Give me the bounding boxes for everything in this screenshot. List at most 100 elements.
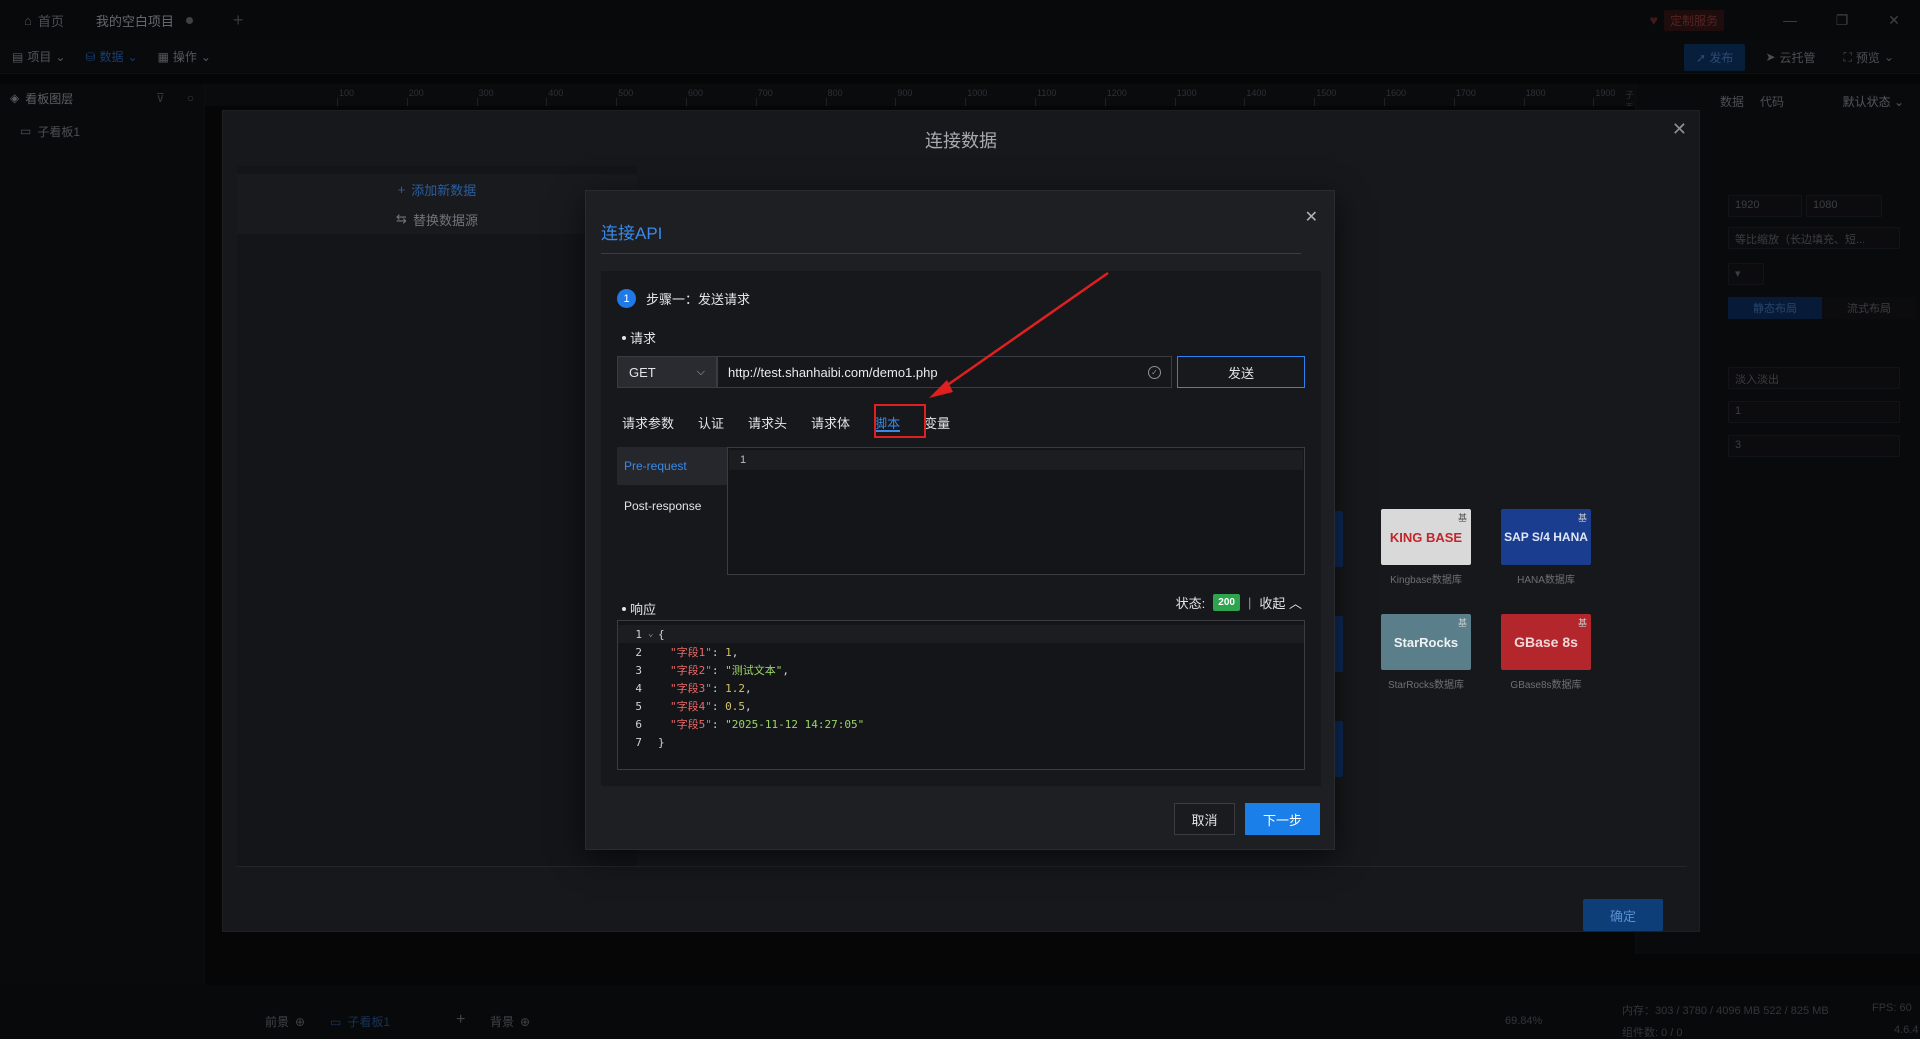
replace-source-label: 替换数据源 xyxy=(412,212,478,228)
request-section-label: 请求 xyxy=(622,328,656,347)
json-value: 1.2 xyxy=(725,682,745,695)
bullet-icon xyxy=(622,335,626,340)
url-input[interactable]: http://test.shanhaibi.com/demo1.php ✓ xyxy=(717,356,1172,388)
post-response-option[interactable]: Post-response xyxy=(617,487,727,525)
tab-label: 请求参数 xyxy=(622,415,675,431)
send-button[interactable]: 发送 xyxy=(1177,356,1305,388)
tab-auth[interactable]: 认证 xyxy=(698,407,724,437)
badge-label: 基 xyxy=(1457,618,1467,628)
response-line: 6 "字段5": "2025-11-12 14:27:05" xyxy=(618,715,1304,733)
method-value: GET xyxy=(629,364,656,380)
line-content: { xyxy=(658,627,665,641)
json-colon: : xyxy=(711,700,726,713)
line-content: "字段5": "2025-11-12 14:27:05" xyxy=(658,716,864,732)
chevron-down-icon: ⌵ xyxy=(696,365,705,378)
status-badge: 200 xyxy=(1213,594,1240,611)
badge-label: 基 xyxy=(1577,618,1587,628)
option-label: Post-response xyxy=(624,499,702,513)
dialog-title: 连接API xyxy=(601,224,663,243)
tab-label: 请求头 xyxy=(748,415,788,431)
response-label: 响应 xyxy=(630,602,657,617)
close-icon[interactable]: ✕ xyxy=(1672,119,1687,140)
connect-data-title: 连接数据 xyxy=(925,131,997,151)
highlight-box xyxy=(874,404,926,438)
json-colon: : xyxy=(711,646,726,659)
hana-logo-text: SAP S/4 HANA xyxy=(1504,530,1588,544)
send-label: 发送 xyxy=(1227,365,1254,381)
badge-label: 基 xyxy=(1577,513,1587,523)
tab-variables[interactable]: 变量 xyxy=(924,407,950,437)
db-card-gbase[interactable]: GBase 8s 基 GBase8s数据库 xyxy=(1501,614,1591,692)
response-line: 3 "字段2": "测试文本", xyxy=(618,661,1304,679)
kingbase-logo-text: KING BASE xyxy=(1389,529,1463,545)
plus-icon: + xyxy=(397,181,406,197)
confirm-button[interactable]: 确定 xyxy=(1583,899,1663,931)
pre-request-option[interactable]: Pre-request xyxy=(617,447,727,485)
db-card-name: Kingbase数据库 xyxy=(1390,575,1462,586)
fold-icon[interactable]: ⌄ xyxy=(648,629,658,639)
json-value: 0.5 xyxy=(725,700,745,713)
connect-api-dialog: 连接API ✕ 1 步骤一：发送请求 请求 GET ⌵ http://test.… xyxy=(585,190,1335,850)
tab-label: 变量 xyxy=(924,415,951,431)
line-number: 6 xyxy=(635,717,642,731)
replace-source-button[interactable]: ⇆ 替换数据源 xyxy=(237,204,637,234)
active-line xyxy=(729,450,1303,470)
gbase-logo: GBase 8s 基 xyxy=(1501,614,1591,670)
check-circle-icon: ✓ xyxy=(1148,365,1161,379)
hana-logo: SAP S/4 HANA 基 xyxy=(1501,509,1591,565)
line-number: 2 xyxy=(635,645,642,659)
json-key: "字段5" xyxy=(670,718,712,731)
title-divider xyxy=(601,253,1301,254)
script-editor[interactable]: 1 xyxy=(727,447,1305,575)
json-value: "2025-11-12 14:27:05" xyxy=(725,718,865,731)
chevron-up-icon: ︿ xyxy=(1288,596,1302,611)
line-content: "字段3": 1.2, xyxy=(658,680,752,696)
collapse-label: 收起 xyxy=(1259,596,1286,611)
script-type-list: Pre-request Post-response xyxy=(617,447,727,585)
json-key: "字段1" xyxy=(670,646,712,659)
next-step-button[interactable]: 下一步 xyxy=(1245,803,1320,835)
db-card-name: StarRocks数据库 xyxy=(1387,680,1465,691)
db-card-name: HANA数据库 xyxy=(1517,575,1575,586)
db-card-starrocks[interactable]: StarRocks 基 StarRocks数据库 xyxy=(1381,614,1471,692)
line-number: 5 xyxy=(635,699,642,713)
response-line: 7} xyxy=(618,733,1304,751)
line-content: } xyxy=(658,735,665,749)
divider xyxy=(237,866,1687,867)
cancel-button[interactable]: 取消 xyxy=(1174,803,1235,835)
tab-label: 请求体 xyxy=(811,415,851,431)
status-row: 状态: 200 | 收起 ︿ xyxy=(1176,593,1302,612)
option-label: Pre-request xyxy=(624,459,687,473)
line-number: 3 xyxy=(635,663,642,677)
line-number: 1 xyxy=(740,454,747,466)
request-label: 请求 xyxy=(630,331,657,346)
tab-label: 认证 xyxy=(698,415,725,431)
confirm-label: 确定 xyxy=(1609,908,1636,924)
badge-label: 基 xyxy=(1457,513,1467,523)
tab-headers[interactable]: 请求头 xyxy=(748,407,787,437)
tab-body[interactable]: 请求体 xyxy=(811,407,850,437)
line-content: "字段1": 1, xyxy=(658,644,738,660)
response-editor[interactable]: 1 ⌄{2 "字段1": 1, 3 "字段2": "测试文本", 4 "字段3": 1.2,… xyxy=(617,620,1305,770)
json-colon: : xyxy=(711,664,726,677)
separator: | xyxy=(1247,595,1252,610)
db-card-kingbase[interactable]: KING BASE 基 Kingbase数据库 xyxy=(1381,509,1471,587)
response-line: 1 ⌄{ xyxy=(618,625,1304,643)
close-icon[interactable]: ✕ xyxy=(1305,207,1318,227)
json-colon: : xyxy=(711,682,726,695)
add-data-button[interactable]: + 添加新数据 xyxy=(237,174,637,204)
db-card-hana[interactable]: SAP S/4 HANA 基 HANA数据库 xyxy=(1501,509,1591,587)
method-select[interactable]: GET ⌵ xyxy=(617,356,717,388)
line-content: "字段2": "测试文本", xyxy=(658,662,789,678)
bullet-icon xyxy=(622,606,626,611)
add-data-label: 添加新数据 xyxy=(411,182,477,198)
response-line: 5 "字段4": 0.5, xyxy=(618,697,1304,715)
json-key: "字段3" xyxy=(670,682,712,695)
response-line: 2 "字段1": 1, xyxy=(618,643,1304,661)
tab-params[interactable]: 请求参数 xyxy=(622,407,674,437)
json-comma: , xyxy=(745,682,752,695)
line-content: "字段4": 0.5, xyxy=(658,698,752,714)
cancel-label: 取消 xyxy=(1191,812,1218,828)
json-value: "测试文本" xyxy=(725,664,783,677)
collapse-button[interactable]: 收起 ︿ xyxy=(1259,593,1302,612)
